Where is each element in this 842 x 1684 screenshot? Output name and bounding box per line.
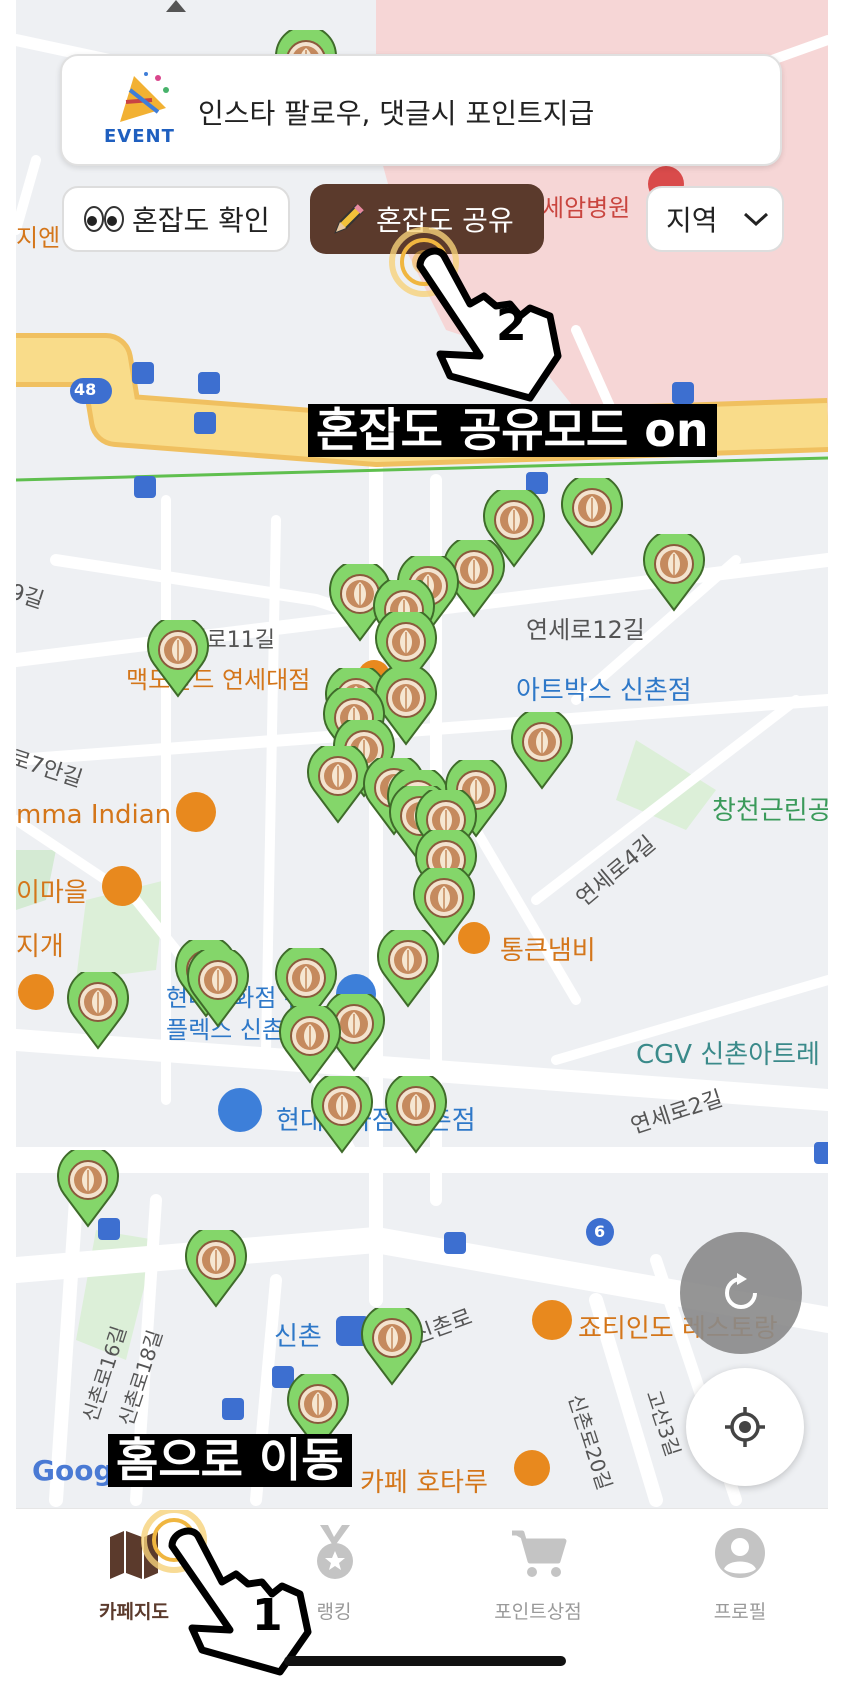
cafe-marker-icon[interactable]	[310, 1076, 374, 1154]
cafe-marker-icon[interactable]	[56, 1150, 120, 1228]
cafe-marker-icon[interactable]	[146, 620, 210, 698]
route-badge: 6	[594, 1222, 606, 1241]
app-screen: 연세로11길 연세로12길 맥도날드 연세대점 아트박스 신촌점 로7안길 mm…	[0, 0, 842, 1684]
congestion-check-label: 혼잡도 확인	[132, 204, 270, 237]
region-select-label: 지역	[666, 204, 718, 237]
cafe-marker-icon[interactable]	[184, 1230, 248, 1308]
poi-label: 세암병원	[542, 194, 631, 222]
park-label: 창천근린공	[712, 796, 828, 826]
tab-point-shop[interactable]: 포인트상점	[468, 1523, 608, 1623]
event-banner[interactable]: EVENT 인스타 팔로우, 댓글시 포인트지급	[60, 54, 782, 166]
refresh-button[interactable]	[680, 1232, 802, 1354]
cafe-marker-icon[interactable]	[66, 972, 130, 1050]
chevron-down-icon	[742, 210, 770, 228]
cafe-marker-icon[interactable]	[510, 712, 574, 790]
poi-label: 아트박스 신촌점	[516, 676, 692, 706]
share-mode-caption: 혼잡도 공유모드 on	[308, 404, 717, 457]
tap-hand-icon	[389, 227, 562, 402]
cafe-marker-icon[interactable]	[384, 1076, 448, 1154]
party-popper-icon	[120, 72, 169, 122]
home-move-caption: 홈으로 이동	[108, 1434, 352, 1487]
step-number: 2	[496, 300, 527, 351]
region-select[interactable]: 지역	[646, 186, 784, 252]
tab-profile[interactable]: 프로필	[670, 1523, 810, 1623]
cafe-marker-icon[interactable]	[560, 478, 624, 556]
poi-label: 지엔	[16, 224, 61, 252]
poi-label: 통큰냄비	[500, 936, 596, 966]
poi-label: 지개	[16, 932, 64, 962]
eyes-icon	[84, 205, 124, 233]
home-indicator	[284, 1656, 566, 1666]
cafe-marker-icon[interactable]	[642, 534, 706, 612]
cafe-marker-icon[interactable]	[278, 1006, 342, 1084]
station-label: 신촌	[274, 1322, 322, 1352]
refresh-icon	[725, 1273, 757, 1309]
pencil-icon	[332, 202, 366, 236]
street-label: 연세로12길	[526, 616, 645, 644]
poi-label: mma Indian	[16, 800, 172, 830]
cafe-marker-icon[interactable]	[360, 1308, 424, 1386]
cafe-marker-icon[interactable]	[306, 746, 370, 824]
poi-label: 카페 호타루	[360, 1468, 488, 1498]
poi-label: 이마을	[16, 878, 88, 908]
tab-label: 포인트상점	[494, 1601, 582, 1623]
event-text: 인스타 팔로우, 댓글시 포인트지급	[198, 97, 595, 130]
my-location-button[interactable]	[686, 1368, 804, 1486]
step-number: 1	[252, 1590, 283, 1641]
cafe-marker-icon[interactable]	[186, 950, 250, 1028]
event-badge: EVENT	[104, 126, 175, 147]
crosshair-icon	[725, 1407, 765, 1447]
cart-icon	[512, 1530, 567, 1577]
tap-hand-icon	[141, 1510, 312, 1676]
poi-label: CGV 신촌아트레	[636, 1040, 820, 1070]
route-badge: 48	[74, 380, 97, 399]
profile-icon	[715, 1528, 765, 1578]
congestion-check-button[interactable]: 혼잡도 확인	[62, 186, 290, 252]
tab-label: 프로필	[713, 1601, 767, 1623]
